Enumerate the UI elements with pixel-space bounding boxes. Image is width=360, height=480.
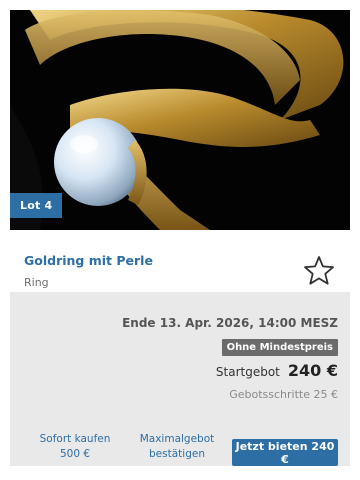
star-outline-icon[interactable] — [302, 254, 336, 288]
buy-now-price: 500 € — [59, 448, 91, 460]
buy-now-link[interactable]: Sofort kaufen 500 € — [30, 432, 120, 462]
lot-card: Lot 4 Goldring mit Perle Ring Ende 13. A… — [10, 10, 350, 466]
bid-panel: Ende 13. Apr. 2026, 14:00 MESZ Ohne Mind… — [10, 292, 350, 466]
start-bid-price: 240 € — [287, 361, 338, 380]
start-bid-row: Startgebot 240 € — [216, 361, 338, 380]
max-bid-line2: bestätigen — [149, 448, 205, 460]
buy-now-label: Sofort kaufen — [39, 433, 111, 445]
bid-now-button[interactable]: Jetzt bieten 240 € — [232, 439, 338, 466]
no-reserve-badge: Ohne Mindestpreis — [221, 339, 338, 356]
item-category: Ring — [24, 276, 49, 289]
item-title[interactable]: Goldring mit Perle — [24, 253, 153, 268]
start-bid-label: Startgebot — [215, 365, 280, 379]
max-bid-line1: Maximalgebot — [139, 433, 215, 445]
auction-end-time: Ende 13. Apr. 2026, 14:00 MESZ — [122, 316, 338, 330]
item-info: Goldring mit Perle Ring — [10, 230, 350, 290]
max-bid-link[interactable]: Maximalgebot bestätigen — [132, 432, 222, 462]
lot-image[interactable]: Lot 4 — [10, 10, 350, 230]
bid-increment: Gebotsschritte 25 € — [229, 388, 338, 401]
lot-badge: Lot 4 — [10, 193, 63, 218]
